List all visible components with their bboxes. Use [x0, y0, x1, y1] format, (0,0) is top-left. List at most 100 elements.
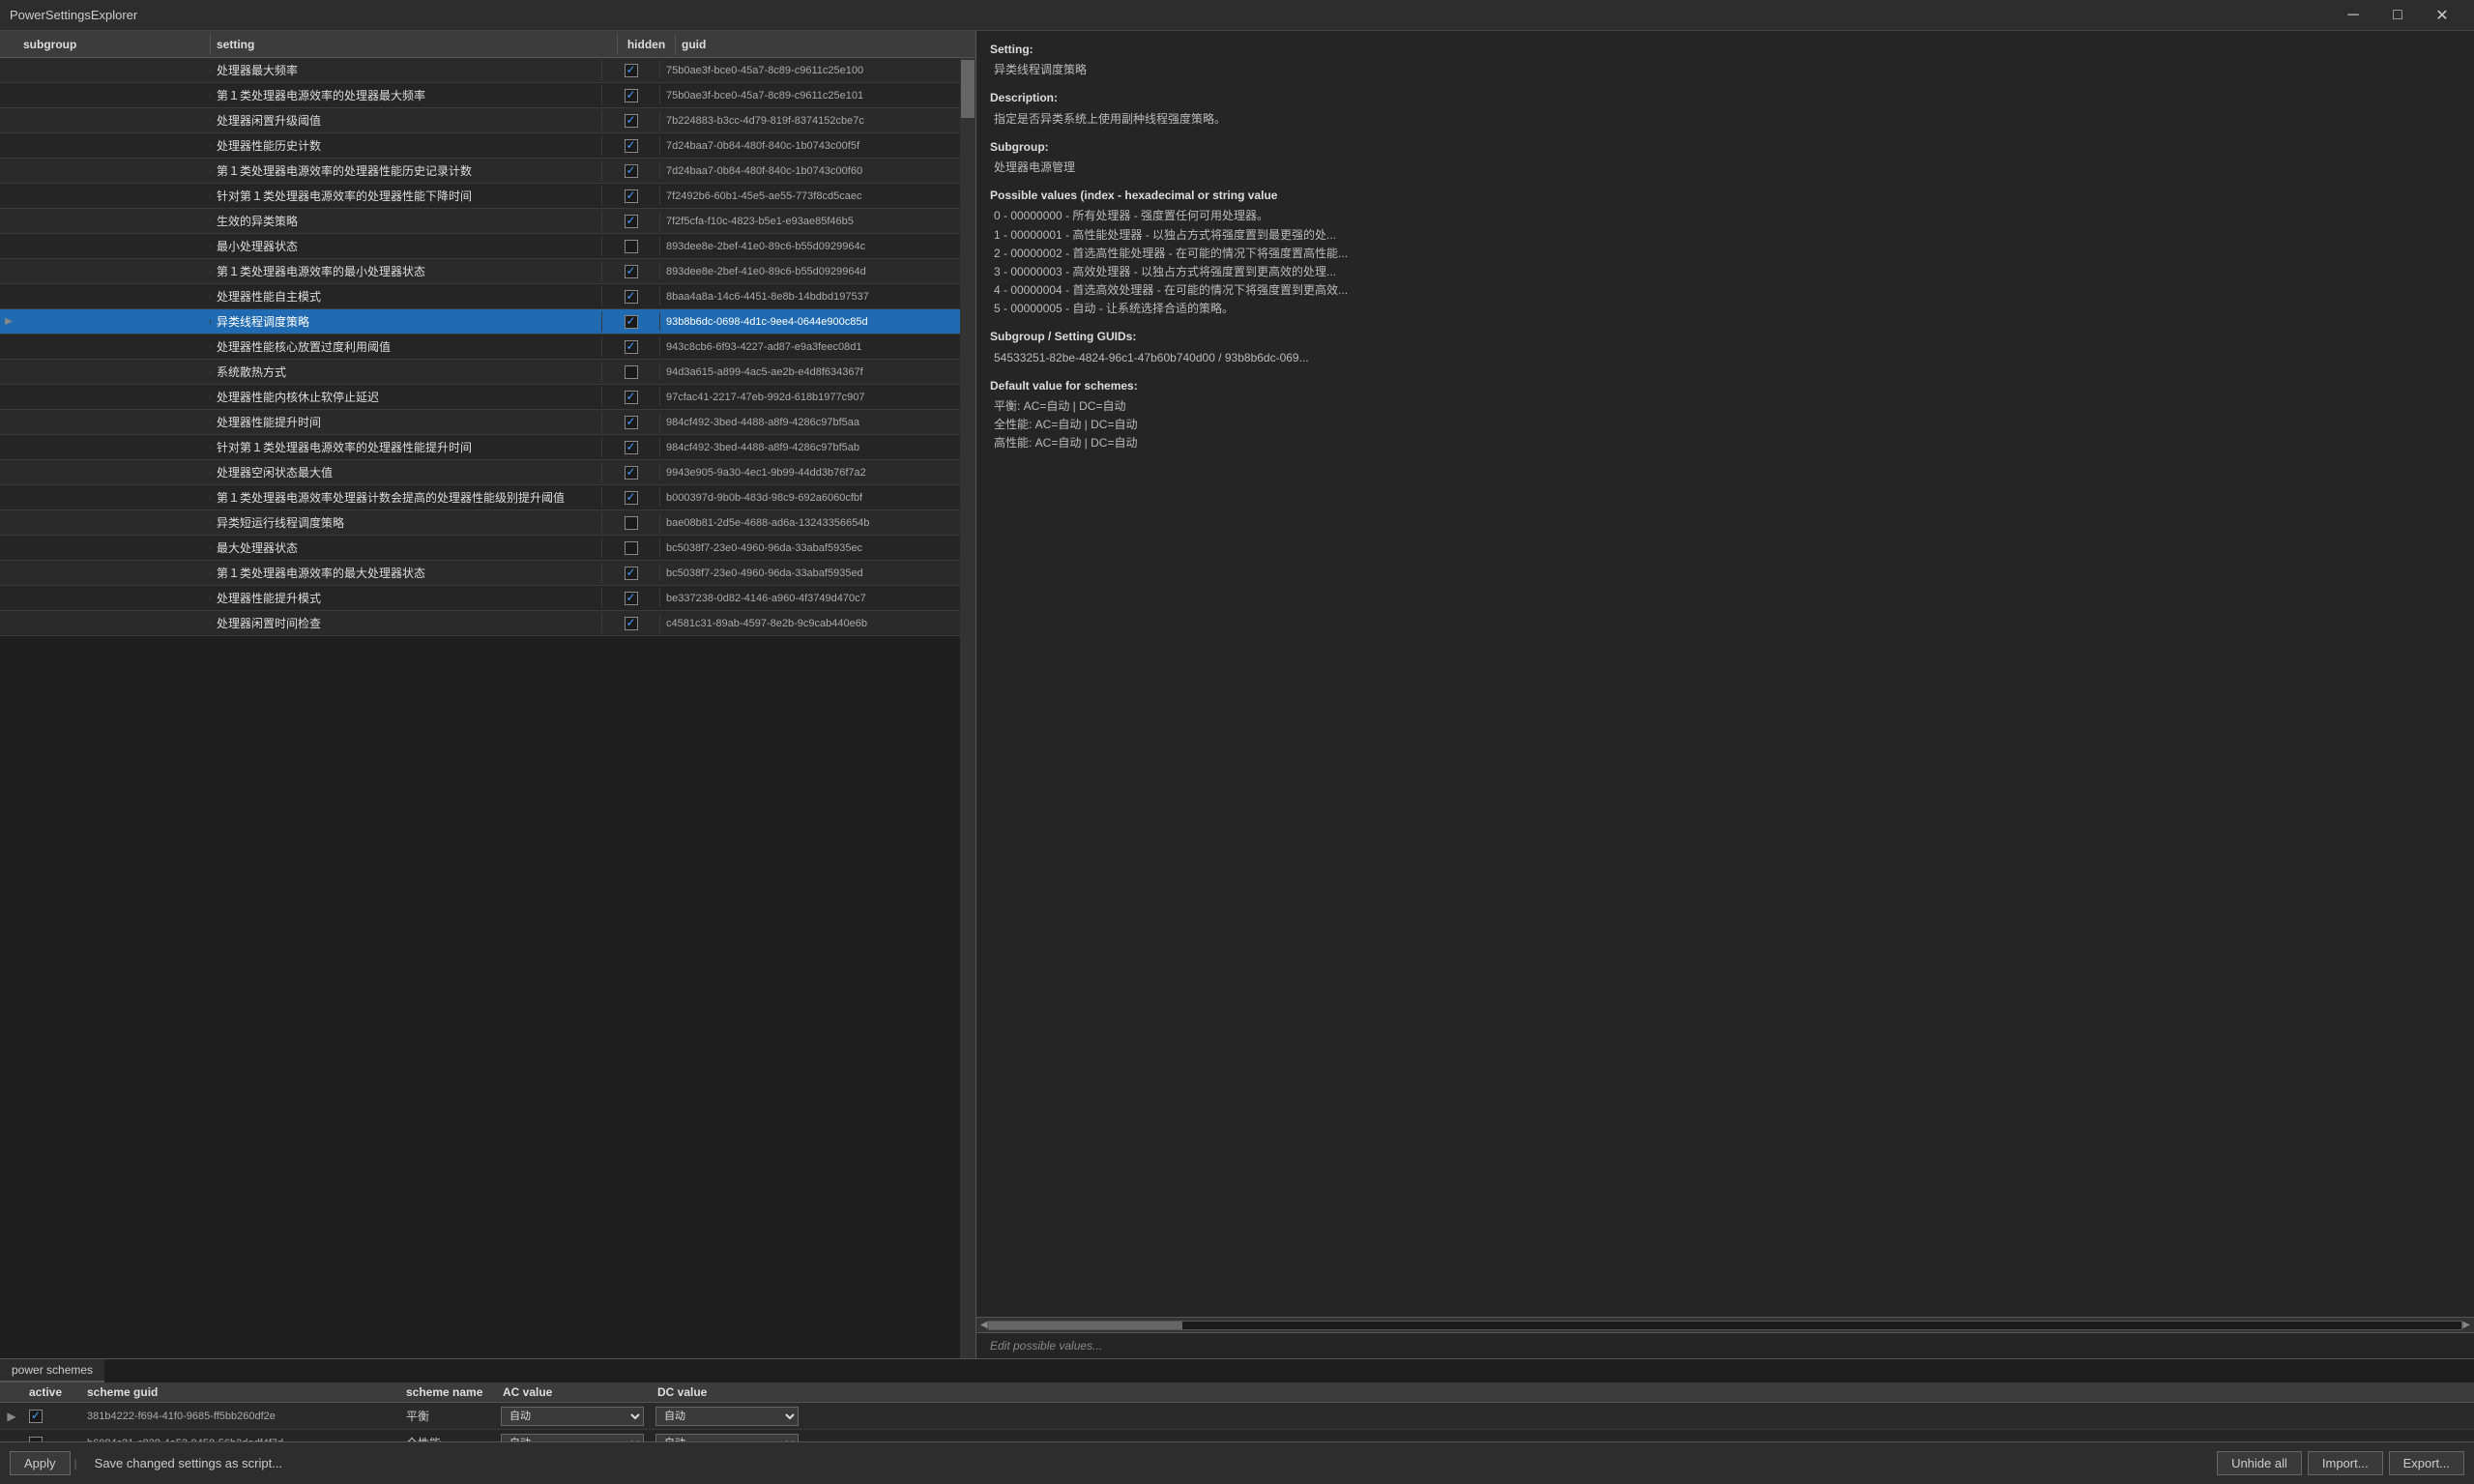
table-body: 处理器最大频率 75b0ae3f-bce0-45a7-8c89-c9611c25…: [0, 58, 960, 1358]
hidden-checkbox[interactable]: [625, 189, 638, 203]
window-controls: ─ □ ✕: [2331, 0, 2464, 31]
row-expand-icon[interactable]: ▶: [0, 316, 17, 327]
scrollbar-thumb[interactable]: [961, 60, 975, 118]
table-row[interactable]: 第１类处理器电源效率的处理器最大频率 75b0ae3f-bce0-45a7-8c…: [0, 83, 960, 108]
cell-setting: 处理器闲置升级阈值: [211, 110, 602, 131]
possible-value-3: 3 - 00000003 - 高效处理器 - 以独占方式将强度置到更高效的处理.…: [994, 263, 2460, 281]
hidden-checkbox[interactable]: [625, 541, 638, 555]
cell-subgroup: [17, 345, 211, 349]
scroll-left-btn[interactable]: ◀: [980, 1320, 988, 1330]
hidden-checkbox[interactable]: [625, 391, 638, 404]
hidden-checkbox[interactable]: [625, 290, 638, 304]
save-script-button[interactable]: Save changed settings as script...: [81, 1452, 296, 1474]
table-row[interactable]: 处理器空闲状态最大值 9943e905-9a30-4ec1-9b99-44dd3…: [0, 460, 960, 485]
table-row[interactable]: 处理器性能核心放置过度利用阈值 943c8cb6-6f93-4227-ad87-…: [0, 335, 960, 360]
hidden-checkbox[interactable]: [625, 89, 638, 102]
export-button[interactable]: Export...: [2389, 1451, 2464, 1475]
power-schemes-tab[interactable]: power schemes: [0, 1359, 104, 1382]
hidden-checkbox[interactable]: [625, 567, 638, 580]
scheme-ac-select[interactable]: 自动首选高性能处理器高性能处理器高效处理器首选高效处理器所有处理器: [501, 1407, 644, 1426]
hidden-checkbox[interactable]: [625, 139, 638, 153]
cell-subgroup: [17, 571, 211, 575]
cell-subgroup: [17, 169, 211, 173]
table-row[interactable]: 最大处理器状态 bc5038f7-23e0-4960-96da-33abaf59…: [0, 536, 960, 561]
table-row[interactable]: 针对第１类处理器电源效率的处理器性能下降时间 7f2492b6-60b1-45e…: [0, 184, 960, 209]
hidden-checkbox[interactable]: [625, 365, 638, 379]
hidden-checkbox[interactable]: [625, 64, 638, 77]
info-defaults-section: Default value for schemes: 平衡: AC=自动 | D…: [990, 377, 2460, 453]
cell-setting: 第１类处理器电源效率的最大处理器状态: [211, 563, 602, 583]
apply-button[interactable]: Apply: [10, 1451, 71, 1475]
table-row[interactable]: 异类短运行线程调度策略 bae08b81-2d5e-4688-ad6a-1324…: [0, 510, 960, 536]
hidden-checkbox[interactable]: [625, 215, 638, 228]
guid-col-header: guid: [676, 34, 975, 55]
cell-setting: 处理器最大频率: [211, 60, 602, 80]
hidden-checkbox[interactable]: [625, 315, 638, 329]
table-row[interactable]: ▶ 异类线程调度策略 93b8b6dc-0698-4d1c-9ee4-0644e…: [0, 309, 960, 335]
table-row[interactable]: 针对第１类处理器电源效率的处理器性能提升时间 984cf492-3bed-448…: [0, 435, 960, 460]
hidden-checkbox[interactable]: [625, 491, 638, 505]
cell-subgroup: [17, 320, 211, 324]
table-row[interactable]: 处理器性能内核休止软停止延迟 97cfac41-2217-47eb-992d-6…: [0, 385, 960, 410]
toolbar-divider: |: [74, 1457, 77, 1470]
scrollbar-track[interactable]: [988, 1321, 2463, 1330]
table-row[interactable]: 第１类处理器电源效率的最大处理器状态 bc5038f7-23e0-4960-96…: [0, 561, 960, 586]
hidden-checkbox[interactable]: [625, 617, 638, 630]
hidden-checkbox[interactable]: [625, 240, 638, 253]
cell-setting: 处理器闲置时间检查: [211, 613, 602, 633]
hidden-checkbox[interactable]: [625, 516, 638, 530]
scroll-right-btn[interactable]: ▶: [2462, 1320, 2470, 1330]
scheme-active-checkbox[interactable]: [29, 1410, 43, 1423]
horizontal-scrollbar-area[interactable]: ◀ ▶: [976, 1317, 2474, 1332]
cell-subgroup: [17, 194, 211, 198]
minimize-button[interactable]: ─: [2331, 0, 2375, 31]
sch-dc-col: DC value: [652, 1385, 806, 1399]
table-row[interactable]: 处理器性能历史计数 7d24baa7-0b84-480f-840c-1b0743…: [0, 133, 960, 159]
schemes-header: active scheme guid scheme name AC value …: [0, 1382, 2474, 1403]
hidden-checkbox[interactable]: [625, 164, 638, 178]
table-row[interactable]: 生效的异类策略 7f2f5cfa-f10c-4823-b5e1-e93ae85f…: [0, 209, 960, 234]
table-row[interactable]: 处理器最大频率 75b0ae3f-bce0-45a7-8c89-c9611c25…: [0, 58, 960, 83]
unhide-all-button[interactable]: Unhide all: [2217, 1451, 2302, 1475]
cell-hidden: [602, 538, 660, 557]
table-row[interactable]: 处理器性能提升模式 be337238-0d82-4146-a960-4f3749…: [0, 586, 960, 611]
hidden-checkbox[interactable]: [625, 416, 638, 429]
import-button[interactable]: Import...: [2308, 1451, 2383, 1475]
close-button[interactable]: ✕: [2420, 0, 2464, 31]
cell-subgroup: [17, 144, 211, 148]
settings-table-area: subgroup setting hidden guid 处理器最大频率 75b…: [0, 31, 976, 1358]
table-row[interactable]: 第１类处理器电源效率处理器计数会提高的处理器性能级别提升阈值 b000397d-…: [0, 485, 960, 510]
table-row[interactable]: 处理器性能提升时间 984cf492-3bed-4488-a8f9-4286c9…: [0, 410, 960, 435]
edit-possible-values[interactable]: Edit possible values...: [976, 1332, 2474, 1358]
hidden-checkbox[interactable]: [625, 466, 638, 480]
cell-guid: 97cfac41-2217-47eb-992d-618b1977c907: [660, 390, 960, 405]
table-row[interactable]: 最小处理器状态 893dee8e-2bef-41e0-89c6-b55d0929…: [0, 234, 960, 259]
hidden-checkbox[interactable]: [625, 592, 638, 605]
h-scrollbar-thumb[interactable]: [989, 1322, 1182, 1329]
cell-hidden: [602, 111, 660, 130]
table-row[interactable]: 系统散热方式 94d3a615-a899-4ac5-ae2b-e4d8f6343…: [0, 360, 960, 385]
possible-value-0: 0 - 00000000 - 所有处理器 - 强度置任何可用处理器。: [994, 207, 2460, 225]
table-row[interactable]: 处理器闲置时间检查 c4581c31-89ab-4597-8e2b-9c9cab…: [0, 611, 960, 636]
info-setting-value: 异类线程调度策略: [990, 61, 2460, 79]
cell-guid: c4581c31-89ab-4597-8e2b-9c9cab440e6b: [660, 616, 960, 631]
cell-hidden: [602, 388, 660, 406]
scheme-dc-select[interactable]: 自动首选高性能处理器高性能处理器高效处理器首选高效处理器所有处理器: [655, 1407, 799, 1426]
hidden-checkbox[interactable]: [625, 441, 638, 454]
cell-hidden: [602, 614, 660, 632]
hidden-checkbox[interactable]: [625, 340, 638, 354]
maximize-button[interactable]: □: [2375, 0, 2420, 31]
vertical-scrollbar[interactable]: [960, 58, 975, 1358]
table-row[interactable]: 第１类处理器电源效率的最小处理器状态 893dee8e-2bef-41e0-89…: [0, 259, 960, 284]
cell-hidden: [602, 513, 660, 532]
table-row[interactable]: 第１类处理器电源效率的处理器性能历史记录计数 7d24baa7-0b84-480…: [0, 159, 960, 184]
table-row[interactable]: 处理器性能自主模式 8baa4a8a-14c6-4451-8e8b-14bdbd…: [0, 284, 960, 309]
info-defaults-value: 平衡: AC=自动 | DC=自动全性能: AC=自动 | DC=自动高性能: …: [990, 397, 2460, 453]
table-row[interactable]: 处理器闲置升级阈值 7b224883-b3cc-4d79-819f-837415…: [0, 108, 960, 133]
cell-setting: 针对第１类处理器电源效率的处理器性能提升时间: [211, 437, 602, 457]
scheme-row[interactable]: ▶ 381b4222-f694-41f0-9685-ff5bb260df2e 平…: [0, 1403, 2474, 1430]
hidden-checkbox[interactable]: [625, 265, 638, 278]
scheme-active-cell: [23, 1410, 81, 1423]
hidden-checkbox[interactable]: [625, 114, 638, 128]
cell-subgroup: [17, 219, 211, 223]
